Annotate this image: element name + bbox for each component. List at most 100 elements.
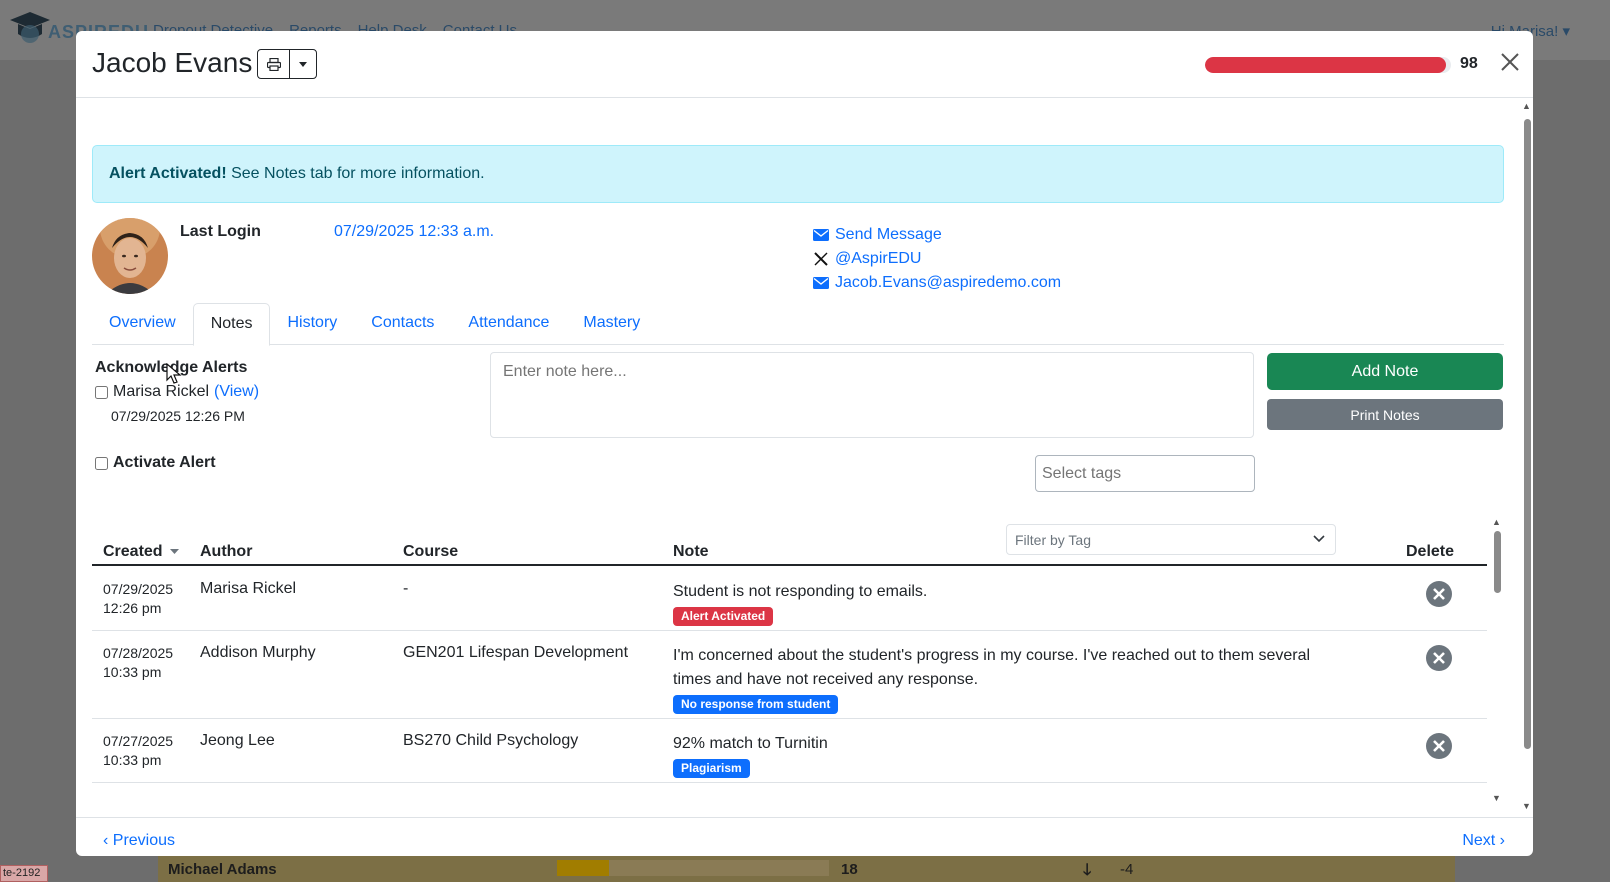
alert-text: See Notes tab for more information. <box>231 165 485 182</box>
notes-table-scrollbar[interactable]: ▲ ▼ <box>1491 517 1503 807</box>
close-icon[interactable] <box>1496 48 1524 76</box>
send-message-link[interactable]: Send Message <box>813 223 1061 247</box>
envelope-icon <box>813 229 829 241</box>
acknowledge-alert-view-link[interactable]: (View) <box>214 383 259 401</box>
row-course: BS270 Child Psychology <box>403 732 579 749</box>
row-author: Marisa Rickel <box>200 580 297 597</box>
student-modal: Jacob Evans 98 Alert Activated! See Note… <box>76 31 1533 856</box>
print-dropdown-toggle[interactable] <box>290 50 316 78</box>
background-table-row: Michael Adams 18 🡓 -4 <box>158 856 1455 882</box>
delete-circle-icon[interactable] <box>1425 732 1453 760</box>
row-note: I'm concerned about the student's progre… <box>673 644 1333 716</box>
row-author: Addison Murphy <box>200 644 316 661</box>
tab-bar: Overview Notes History Contacts Attendan… <box>92 303 1504 346</box>
row-created: 07/28/2025 10:33 pm <box>103 645 174 680</box>
alert-strong: Alert Activated! <box>109 165 227 182</box>
risk-score-fill <box>1205 57 1447 73</box>
background-row-risk-track <box>609 860 829 876</box>
column-header-note: Note <box>673 543 709 560</box>
background-row-risk-bar <box>557 860 609 876</box>
modal-header: Jacob Evans 98 <box>76 31 1533 98</box>
scrollbar-thumb[interactable] <box>1524 119 1531 749</box>
sort-caret-icon <box>170 548 180 554</box>
student-name: Jacob Evans <box>92 47 253 78</box>
email-label: Jacob.Evans@aspiredemo.com <box>835 274 1062 291</box>
column-header-created-label: Created <box>103 543 163 560</box>
table-row: 07/29/2025 12:26 pm Marisa Rickel - Stude… <box>92 568 1487 631</box>
modal-footer: ‹ Previous Next › <box>76 817 1533 856</box>
last-login-value: 07/29/2025 12:33 a.m. <box>334 223 495 240</box>
last-login-label: Last Login <box>180 223 261 240</box>
avatar <box>92 218 168 294</box>
note-textarea[interactable] <box>490 352 1254 438</box>
notes-table: Created Author Course Note Filter by Tag… <box>92 509 1487 807</box>
scroll-down-arrow-icon[interactable]: ▼ <box>1492 793 1501 803</box>
activate-alert-row: Activate Alert <box>95 454 216 472</box>
acknowledge-alert-row: Marisa Rickel (View) <box>95 383 259 401</box>
row-note: 92% match to Turnitin Plagiarism <box>673 732 1333 780</box>
x-logo-icon <box>814 252 828 266</box>
background-corner-tag: te-2192 <box>0 865 48 882</box>
filter-by-tag-select[interactable]: Filter by Tag <box>1006 524 1336 555</box>
row-note-text: 92% match to Turnitin <box>673 735 828 752</box>
select-tags-input[interactable] <box>1035 455 1255 492</box>
notes-table-header: Created Author Course Note Filter by Tag… <box>92 509 1487 566</box>
scrollbar-thumb[interactable] <box>1494 531 1501 593</box>
acknowledge-alert-name: Marisa Rickel <box>113 383 210 400</box>
print-icon <box>266 57 281 71</box>
arrow-down-icon: 🡓 <box>1083 862 1092 879</box>
avatar-portrait <box>92 218 168 294</box>
row-course: GEN201 Lifespan Development <box>403 644 629 661</box>
print-notes-button[interactable]: Print Notes <box>1267 399 1503 430</box>
envelope-icon <box>813 277 829 289</box>
table-row: 07/28/2025 10:33 pm Addison Murphy GEN201… <box>92 632 1487 719</box>
tab-history[interactable]: History <box>270 303 354 345</box>
row-created: 07/27/2025 10:33 pm <box>103 733 174 768</box>
risk-score-bar <box>1205 57 1451 73</box>
row-note-text: I'm concerned about the student's progre… <box>673 647 1311 688</box>
tab-mastery[interactable]: Mastery <box>566 303 657 345</box>
email-link[interactable]: Jacob.Evans@aspiredemo.com <box>813 271 1061 295</box>
alert-banner: Alert Activated! See Notes tab for more … <box>92 145 1504 203</box>
table-row: 07/27/2025 10:33 pm Jeong Lee BS270 Child… <box>92 720 1487 783</box>
delete-circle-icon[interactable] <box>1425 580 1453 608</box>
row-course: - <box>403 580 409 597</box>
scroll-down-arrow-icon[interactable]: ▼ <box>1522 801 1531 811</box>
print-button-group <box>257 49 317 79</box>
row-created: 07/29/2025 12:26 pm <box>103 581 174 616</box>
tab-overview[interactable]: Overview <box>92 303 193 345</box>
modal-scrollbar[interactable]: ▲ ▼ <box>1521 101 1533 816</box>
scroll-up-arrow-icon[interactable]: ▲ <box>1522 101 1531 111</box>
tab-contacts[interactable]: Contacts <box>354 303 451 345</box>
row-tag-badge: Plagiarism <box>673 759 750 778</box>
background-row-score: 18 <box>841 861 858 878</box>
delete-circle-icon[interactable] <box>1425 644 1453 672</box>
acknowledge-alert-date: 07/29/2025 12:26 PM <box>111 408 245 424</box>
x-handle-label: @AspirEDU <box>835 250 922 267</box>
activate-alert-label: Activate Alert <box>113 454 216 471</box>
column-header-author: Author <box>200 543 253 560</box>
column-header-created[interactable]: Created <box>103 543 180 561</box>
caret-down-icon <box>299 61 307 67</box>
mouse-cursor-icon <box>166 363 182 384</box>
acknowledge-alert-checkbox[interactable] <box>95 385 108 399</box>
background-row-delta: -4 <box>1120 861 1134 878</box>
row-tag-badge: No response from student <box>673 695 839 714</box>
next-student-link[interactable]: Next › <box>1462 832 1505 850</box>
tab-notes[interactable]: Notes <box>192 303 271 346</box>
tab-attendance[interactable]: Attendance <box>451 303 566 345</box>
filter-by-tag-placeholder: Filter by Tag <box>1015 532 1091 548</box>
x-handle-link[interactable]: @AspirEDU <box>813 247 1061 271</box>
send-message-label: Send Message <box>835 226 942 243</box>
previous-student-link[interactable]: ‹ Previous <box>103 832 175 850</box>
modal-body: Alert Activated! See Notes tab for more … <box>76 99 1516 816</box>
activate-alert-checkbox[interactable] <box>95 456 108 470</box>
column-header-course: Course <box>403 543 459 560</box>
contact-links: Send Message @AspirEDU Jacob.Evans@aspir… <box>813 223 1061 295</box>
scroll-up-arrow-icon[interactable]: ▲ <box>1492 517 1501 527</box>
row-tag-badge: Alert Activated <box>673 607 774 626</box>
row-author: Jeong Lee <box>200 732 275 749</box>
add-note-button[interactable]: Add Note <box>1267 353 1503 390</box>
column-header-delete: Delete <box>1406 543 1455 560</box>
print-button[interactable] <box>258 50 290 78</box>
